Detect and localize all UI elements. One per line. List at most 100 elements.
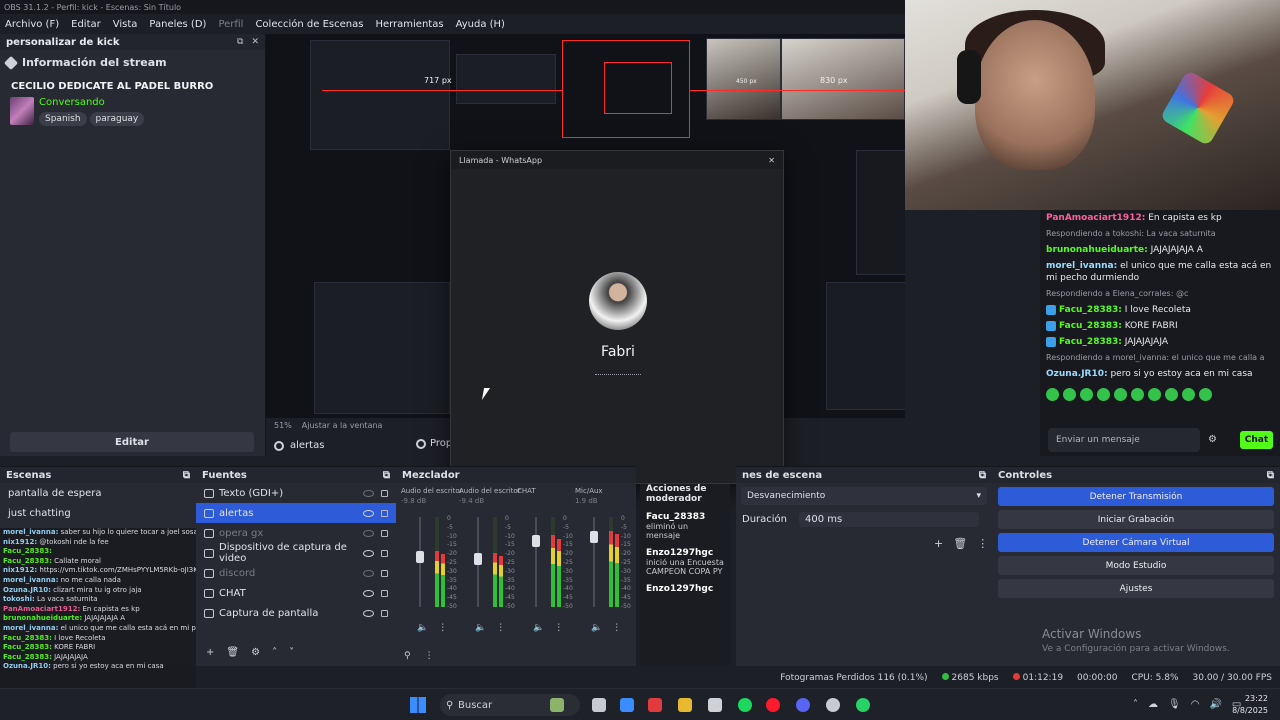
menu-item[interactable]: Colección de Escenas	[255, 19, 363, 30]
emote-icon[interactable]	[1063, 388, 1076, 401]
float-icon[interactable]: ⧉	[979, 470, 986, 481]
more-icon[interactable]: ⋮	[438, 623, 447, 633]
wifi-icon[interactable]: ◠	[1191, 699, 1200, 710]
emote-icon[interactable]	[1131, 388, 1144, 401]
source-item[interactable]: CHAT	[196, 583, 396, 603]
source-item[interactable]: Captura de pantalla	[196, 603, 396, 623]
speaker-icon[interactable]: 🔈	[533, 623, 544, 633]
eye-icon[interactable]	[363, 509, 374, 517]
menu-item[interactable]: Perfil	[218, 19, 243, 30]
emote-icon[interactable]	[1080, 388, 1093, 401]
menu-item[interactable]: Ayuda (H)	[456, 19, 505, 30]
lock-icon[interactable]	[381, 589, 388, 597]
more-icon[interactable]: ⋮	[496, 623, 505, 633]
control-button[interactable]: Ajustes	[998, 579, 1274, 598]
source-item[interactable]: opera gx	[196, 523, 396, 543]
eye-off-icon[interactable]	[363, 569, 374, 577]
lock-icon[interactable]	[381, 549, 388, 557]
zoom-level[interactable]: 51%	[274, 421, 292, 430]
control-button[interactable]: Modo Estudio	[998, 556, 1274, 575]
float-icon[interactable]: ⧉	[237, 37, 243, 47]
clock[interactable]: 23:22 8/8/2025	[1232, 693, 1268, 717]
menu-item[interactable]: Editar	[71, 19, 101, 30]
cloud-icon[interactable]: ☁	[1148, 699, 1158, 710]
emote-icon[interactable]	[1199, 388, 1212, 401]
properties-button[interactable]: Prop	[416, 438, 452, 449]
fader-knob[interactable]	[590, 530, 598, 543]
more-icon[interactable]: ⋮	[554, 623, 563, 633]
emote-icon[interactable]	[1165, 388, 1178, 401]
app-icon[interactable]	[708, 698, 722, 712]
app-icon[interactable]	[648, 698, 662, 712]
duration-input[interactable]: 400 ms	[799, 511, 980, 527]
chat-username[interactable]: Facu_28383:	[1059, 321, 1122, 331]
lock-icon[interactable]	[381, 609, 388, 617]
mod-username[interactable]: Enzo1297hgc	[646, 548, 724, 558]
mic-icon[interactable]: 🎙	[1168, 699, 1181, 710]
emote-icon[interactable]	[1182, 388, 1195, 401]
speaker-icon[interactable]: 🔈	[591, 623, 602, 633]
add-icon[interactable]: +	[934, 537, 943, 550]
speaker-icon[interactable]: 🔈	[475, 623, 486, 633]
control-button[interactable]: Iniciar Grabación	[998, 510, 1274, 529]
float-icon[interactable]: ⧉	[1267, 470, 1274, 481]
float-icon[interactable]: ⧉	[383, 470, 390, 481]
windows-start-icon[interactable]	[410, 697, 426, 713]
gear-icon[interactable]: ⚙	[251, 647, 260, 658]
more-icon[interactable]: ⋮	[612, 623, 621, 633]
chat-send-button[interactable]: Chat	[1240, 431, 1273, 449]
task-view-icon[interactable]	[592, 698, 606, 712]
source-item[interactable]: discord	[196, 563, 396, 583]
emote-icon[interactable]	[1148, 388, 1161, 401]
fader-knob[interactable]	[416, 551, 424, 564]
chat-username[interactable]: Facu_28383:	[1059, 337, 1122, 347]
trash-icon[interactable]: 🗑	[226, 647, 239, 658]
eye-icon[interactable]	[363, 609, 374, 617]
transition-select[interactable]: Desvanecimiento ▾	[741, 487, 987, 505]
chat-input[interactable]: Enviar un mensaje	[1048, 428, 1200, 452]
chat-username[interactable]: morel_ivanna:	[1046, 261, 1117, 271]
mod-username[interactable]: Enzo1297hgc	[646, 584, 724, 594]
lock-icon[interactable]	[381, 489, 388, 497]
settings-icon[interactable]: ⚙	[1208, 434, 1217, 445]
source-item[interactable]: Texto (GDI+)	[196, 483, 396, 503]
edit-stream-button[interactable]: Editar	[10, 432, 254, 452]
spotify-icon[interactable]	[738, 698, 752, 712]
category-name[interactable]: Conversando	[39, 97, 147, 108]
menu-item[interactable]: Paneles (D)	[149, 19, 206, 30]
chat-username[interactable]: Ozuna.JR10:	[1046, 369, 1108, 379]
menu-item[interactable]: Archivo (F)	[5, 19, 59, 30]
close-icon[interactable]: ✕	[768, 156, 775, 165]
lock-icon[interactable]	[381, 569, 388, 577]
speaker-icon[interactable]: 🔈	[417, 623, 428, 633]
widget-icon[interactable]	[550, 698, 564, 712]
volume-icon[interactable]: 🔊	[1209, 699, 1221, 710]
scene-item[interactable]: just chatting	[0, 503, 196, 523]
more-icon[interactable]: ⋮	[977, 537, 988, 550]
control-button[interactable]: Detener Cámara Virtual	[998, 533, 1274, 552]
volume-fader[interactable]	[535, 517, 537, 607]
whatsapp-call-window[interactable]: Llamada - WhatsApp ✕ Fabri	[450, 150, 784, 484]
file-explorer-icon[interactable]	[678, 698, 692, 712]
opera-icon[interactable]	[766, 698, 780, 712]
chat-username[interactable]: Facu_28383:	[1059, 305, 1122, 315]
copilot-icon[interactable]	[620, 698, 634, 712]
emote-icon[interactable]	[1114, 388, 1127, 401]
scene-item[interactable]: pantalla de espera	[0, 483, 196, 503]
add-icon[interactable]: +	[206, 647, 214, 658]
menu-item[interactable]: Vista	[113, 19, 138, 30]
fit-window[interactable]: Ajustar a la ventana	[302, 421, 383, 430]
fader-knob[interactable]	[474, 553, 482, 565]
menu-item[interactable]: Herramientas	[375, 19, 443, 30]
mod-username[interactable]: Facu_28383	[646, 512, 724, 522]
chevron-up-icon[interactable]: ˄	[1133, 699, 1138, 710]
emote-icon[interactable]	[1046, 388, 1059, 401]
whatsapp-icon[interactable]	[856, 698, 870, 712]
emote-icon[interactable]	[1097, 388, 1110, 401]
trash-icon[interactable]: 🗑	[953, 537, 967, 550]
obs-icon[interactable]	[826, 698, 840, 712]
source-item[interactable]: Dispositivo de captura de video	[196, 542, 396, 564]
eye-icon[interactable]	[363, 589, 374, 597]
eye-icon[interactable]	[363, 549, 374, 557]
control-button[interactable]: Detener Transmisión	[998, 487, 1274, 506]
